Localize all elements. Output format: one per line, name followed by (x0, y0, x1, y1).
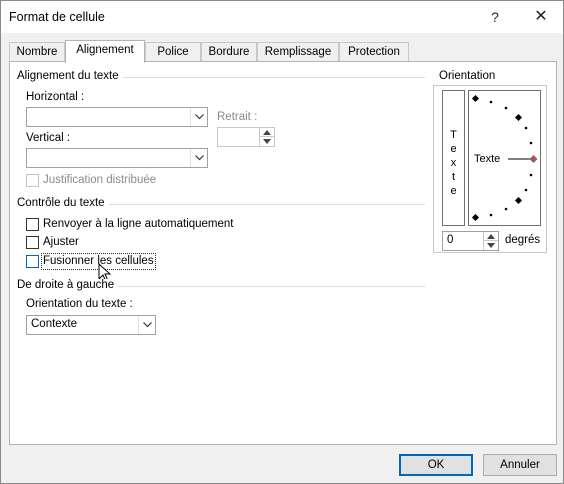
spin-up-icon[interactable] (484, 232, 498, 241)
title-bar: Format de cellule ? ✕ (1, 1, 563, 33)
text-alignment-heading: Alignement du texte (17, 70, 123, 82)
shrink-to-fit-label: Ajuster (43, 236, 79, 248)
horizontal-dropdown[interactable] (26, 107, 208, 127)
format-cells-dialog: Format de cellule ? ✕ Nombre Alignement … (0, 0, 564, 484)
dialog-title: Format de cellule (9, 10, 105, 24)
dial-text: Texte (474, 153, 501, 165)
horizontal-label: Horizontal : (26, 91, 85, 103)
ok-button[interactable]: OK (399, 454, 473, 476)
tab-police[interactable]: Police (145, 42, 201, 62)
vertical-letter: e (450, 143, 457, 155)
distributed-justify-checkbox[interactable] (26, 174, 39, 187)
rtl-heading: De droite à gauche (17, 279, 119, 291)
spinner-buttons (259, 128, 274, 146)
orientation-dial[interactable]: Texte (468, 90, 541, 226)
chevron-down-icon[interactable] (190, 108, 207, 126)
text-direction-value: Contexte (31, 318, 78, 330)
wrap-text-label: Renvoyer à la ligne automatiquement (43, 218, 234, 230)
tab-alignement[interactable]: Alignement (65, 40, 145, 63)
indent-spinner[interactable] (217, 127, 275, 147)
degrees-spinner[interactable]: 0 (442, 231, 499, 251)
orientation-heading: Orientation (437, 70, 498, 82)
cancel-button[interactable]: Annuler (483, 454, 557, 476)
degrees-label: degrés (505, 234, 541, 246)
chevron-down-icon[interactable] (190, 149, 207, 167)
spin-down-icon[interactable] (260, 137, 274, 146)
vertical-label: Vertical : (26, 132, 71, 144)
spin-down-icon[interactable] (484, 241, 498, 250)
wrap-text-checkbox[interactable] (26, 218, 39, 231)
spinner-buttons (483, 232, 498, 250)
chevron-down-icon[interactable] (138, 316, 155, 334)
text-control-heading: Contrôle du texte (17, 197, 109, 209)
tab-protection[interactable]: Protection (339, 42, 409, 62)
tab-remplissage[interactable]: Remplissage (257, 42, 339, 62)
spin-up-icon[interactable] (260, 128, 274, 137)
indent-label: Retrait : (217, 111, 258, 123)
merge-cells-checkbox[interactable] (26, 255, 39, 268)
vertical-letter: T (450, 129, 457, 141)
vertical-dropdown[interactable] (26, 148, 208, 168)
close-icon[interactable]: ✕ (519, 1, 563, 33)
shrink-to-fit-checkbox[interactable] (26, 236, 39, 249)
text-direction-dropdown[interactable]: Contexte (26, 315, 156, 335)
text-direction-label: Orientation du texte : (26, 298, 133, 310)
distributed-justify-label: Justification distribuée (43, 174, 157, 186)
tab-bordure[interactable]: Bordure (201, 42, 257, 62)
vertical-letter: e (450, 185, 457, 197)
help-icon[interactable]: ? (473, 1, 517, 33)
vertical-text-button[interactable]: T e x t e (442, 90, 465, 226)
vertical-letter: x (450, 157, 457, 169)
tab-nombre[interactable]: Nombre (9, 42, 65, 62)
vertical-letter: t (451, 171, 456, 183)
degrees-value: 0 (447, 234, 454, 246)
